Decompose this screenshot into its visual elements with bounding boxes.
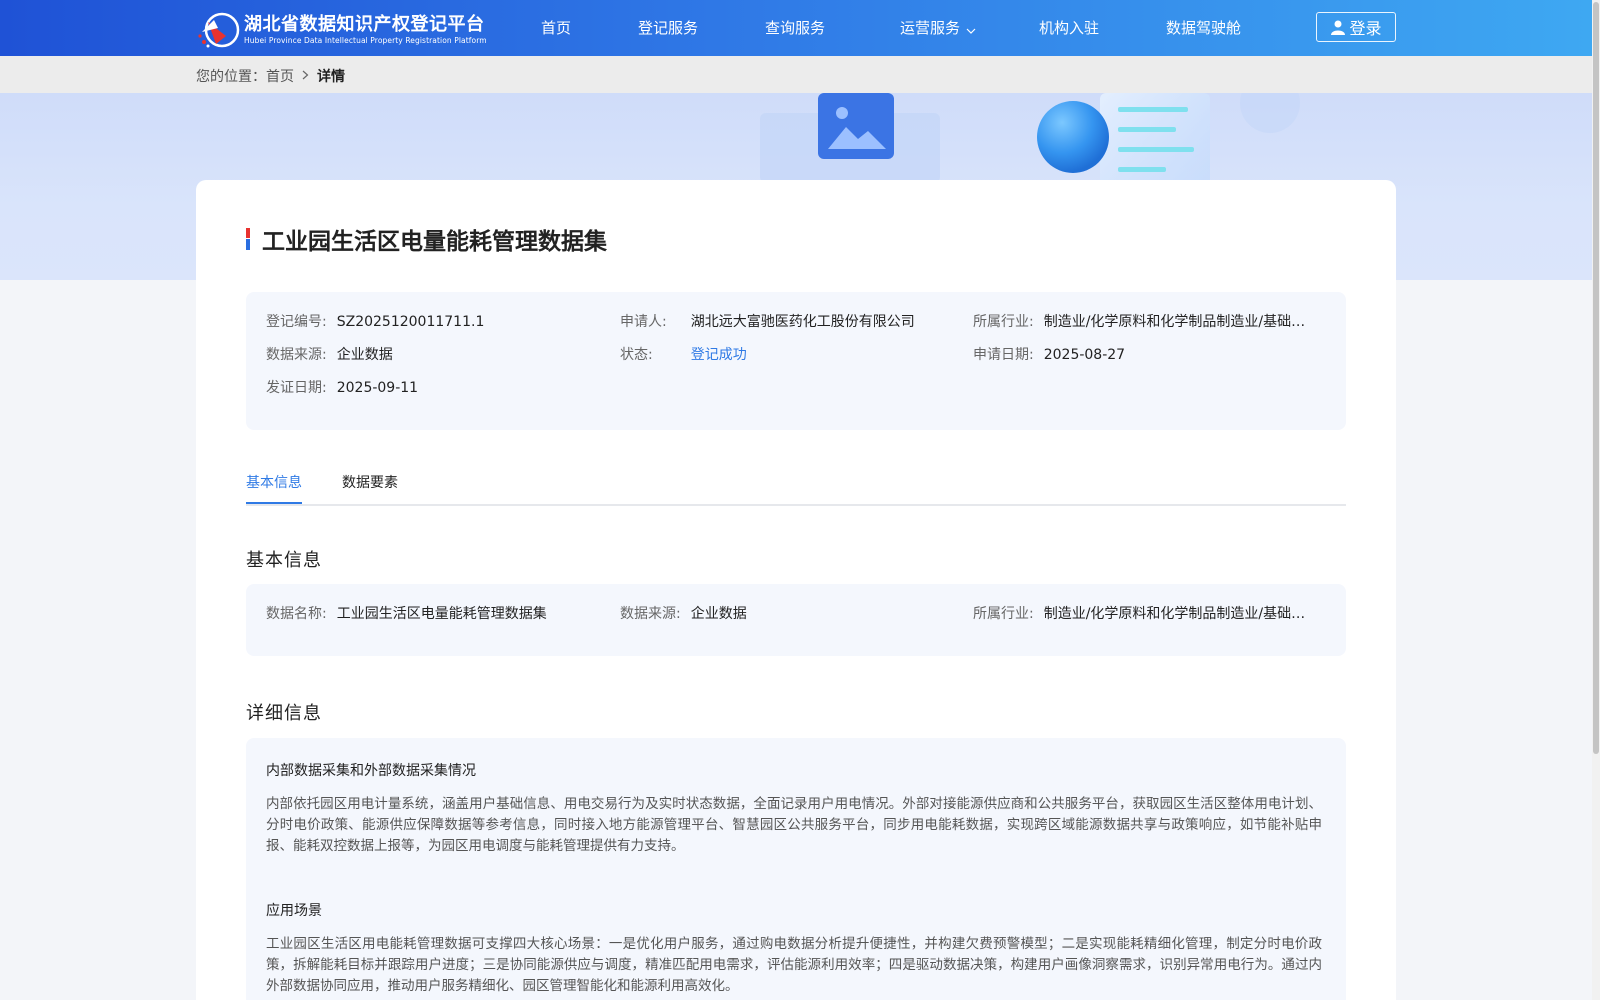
- reg-no-field: 登记编号: SZ2025120011711.1: [266, 312, 484, 332]
- scene-text: 工业园区生活区用电能耗管理数据可支撑四大核心场景：一是优化用户服务，通过购电数据…: [266, 936, 1322, 994]
- apply-date-label: 申请日期:: [973, 347, 1034, 363]
- reg-no-label: 登记编号:: [266, 314, 327, 330]
- basic-info-panel: 数据名称: 工业园生活区电量能耗管理数据集 数据来源: 企业数据 所属行业: 制…: [246, 584, 1346, 656]
- breadcrumb-home[interactable]: 首页: [266, 66, 294, 86]
- data-name-label: 数据名称:: [266, 606, 327, 622]
- applicant-value: 湖北远大富驰医药化工股份有限公司: [690, 314, 915, 330]
- logo-subtitle: Hubei Province Data Intellectual Propert…: [244, 36, 487, 45]
- breadcrumb: 您的位置： 首页 详情: [196, 66, 345, 86]
- summary-panel: 登记编号: SZ2025120011711.1 申请人: 湖北远大富驰医药化工股…: [246, 292, 1346, 430]
- applicant-field: 申请人: 湖北远大富驰医药化工股份有限公司: [620, 312, 915, 332]
- basic-industry-label: 所属行业:: [973, 606, 1034, 622]
- industry-field: 所属行业: 制造业/化学原料和化学制品制造业/基础化学原料制造: [973, 312, 1309, 332]
- nav-query-service[interactable]: 查询服务: [765, 18, 825, 38]
- collect-text: 内部依托园区用电计量系统，涵盖用户基础信息、用电交易行为及实时状态数据，全面记录…: [266, 796, 1322, 854]
- detail-section-title: 详细信息: [246, 703, 322, 724]
- nav-data-cockpit[interactable]: 数据驾驶舱: [1166, 18, 1241, 38]
- data-name-value: 工业园生活区电量能耗管理数据集: [336, 606, 547, 622]
- site-logo[interactable]: 湖北省数据知识产权登记平台 Hubei Province Data Intell…: [196, 12, 487, 48]
- nav-operation-service-label: 运营服务: [900, 19, 961, 37]
- reg-no-value: SZ2025120011711.1: [336, 314, 485, 330]
- source-field: 数据来源: 企业数据: [266, 345, 393, 365]
- nav-operation-service[interactable]: 运营服务: [900, 18, 976, 39]
- chevron-right-icon: [302, 68, 309, 84]
- login-label: 登录: [1349, 21, 1382, 38]
- industry-value: 制造业/化学原料和化学制品制造业/基础化学原料制造: [1043, 314, 1309, 330]
- login-button[interactable]: 登录: [1316, 12, 1396, 42]
- tab-basic-info[interactable]: 基本信息: [246, 473, 302, 493]
- chevron-down-icon: [966, 19, 976, 39]
- apply-date-field: 申请日期: 2025-08-27: [973, 345, 1125, 365]
- cert-date-value: 2025-09-11: [336, 380, 419, 396]
- source-value: 企业数据: [336, 347, 393, 363]
- basic-industry-value: 制造业/化学原料和化学制品制造业/基础化学原料制造: [1043, 606, 1309, 622]
- cert-date-field: 发证日期: 2025-09-11: [266, 378, 418, 398]
- logo-emblem-icon: [196, 12, 242, 48]
- basic-section-title: 基本信息: [246, 550, 322, 571]
- industry-label: 所属行业:: [973, 314, 1034, 330]
- status-label: 状态:: [620, 347, 653, 363]
- tab-data-elements[interactable]: 数据要素: [342, 473, 398, 493]
- breadcrumb-prefix: 您的位置：: [196, 69, 266, 85]
- apply-date-value: 2025-08-27: [1043, 347, 1126, 363]
- basic-source-value: 企业数据: [690, 606, 747, 622]
- detail-tabs: 基本信息 数据要素: [246, 470, 1346, 506]
- status-field: 状态: 登记成功: [620, 345, 747, 365]
- logo-title: 湖北省数据知识产权登记平台: [244, 14, 485, 35]
- title-row: 工业园生活区电量能耗管理数据集: [246, 222, 607, 256]
- data-name-field: 数据名称: 工业园生活区电量能耗管理数据集: [266, 604, 547, 624]
- title-accent-mark: [246, 228, 250, 250]
- detail-card: 工业园生活区电量能耗管理数据集 登记编号: SZ2025120011711.1 …: [196, 180, 1396, 1000]
- detail-info-panel: 内部数据采集和外部数据采集情况 内部依托园区用电计量系统，涵盖用户基础信息、用电…: [246, 738, 1346, 1000]
- nav-institution-entry[interactable]: 机构入驻: [1039, 18, 1099, 38]
- logo-text: 湖北省数据知识产权登记平台 Hubei Province Data Intell…: [244, 14, 487, 46]
- page-scrollbar[interactable]: [1592, 0, 1600, 1000]
- nav-home[interactable]: 首页: [541, 18, 571, 38]
- scene-title: 应用场景: [266, 903, 322, 919]
- scrollbar-thumb[interactable]: [1593, 2, 1599, 754]
- cert-date-label: 发证日期:: [266, 380, 327, 396]
- basic-source-label: 数据来源:: [620, 606, 681, 622]
- breadcrumb-current: 详情: [317, 69, 345, 85]
- page-title: 工业园生活区电量能耗管理数据集: [262, 229, 607, 255]
- status-value: 登记成功: [690, 347, 747, 363]
- basic-source-field: 数据来源: 企业数据: [620, 604, 747, 624]
- breadcrumb-bar: 您的位置： 首页 详情: [0, 56, 1592, 93]
- collect-title: 内部数据采集和外部数据采集情况: [266, 763, 476, 779]
- applicant-label: 申请人:: [620, 314, 667, 330]
- source-label: 数据来源:: [266, 347, 327, 363]
- active-tab-indicator: [246, 502, 302, 504]
- basic-industry-field: 所属行业: 制造业/化学原料和化学制品制造业/基础化学原料制造: [973, 604, 1309, 624]
- top-header: 湖北省数据知识产权登记平台 Hubei Province Data Intell…: [0, 0, 1592, 56]
- nav-registration-service[interactable]: 登记服务: [638, 18, 698, 38]
- user-icon: [1331, 20, 1346, 35]
